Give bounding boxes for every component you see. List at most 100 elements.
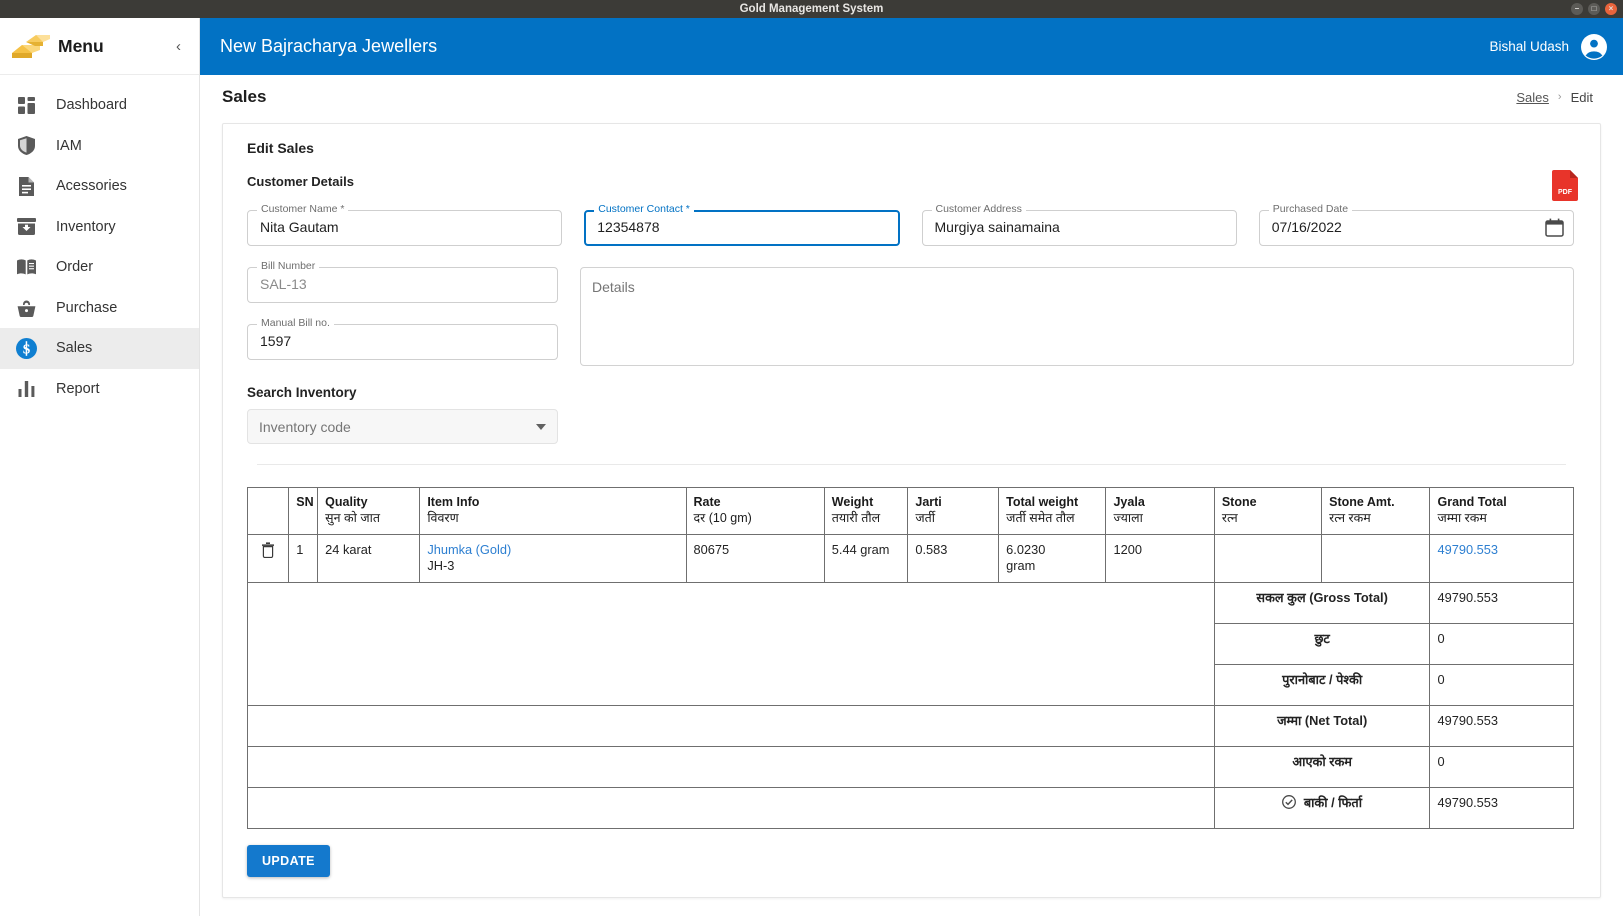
row-jyala: 1200: [1105, 534, 1215, 583]
dashboard-grid-icon: [14, 93, 38, 117]
row-stone-amt: [1321, 534, 1431, 583]
manual-bill-no-field[interactable]: Manual Bill no. 1597: [247, 317, 558, 360]
totals-row-received: आएको रकम 0: [247, 746, 1574, 788]
maximize-button[interactable]: □: [1588, 3, 1600, 15]
sidebar-item-sales[interactable]: S Sales: [0, 328, 199, 369]
totals-value: 0: [1429, 664, 1574, 706]
document-icon: [14, 174, 38, 198]
totals-label: सकल कुल (Gross Total): [1213, 582, 1431, 624]
row-grand-total: 49790.553: [1429, 534, 1574, 583]
shield-icon: [14, 134, 38, 158]
sidebar-item-report[interactable]: Report: [0, 369, 199, 410]
table-col-jyala: Jyala ज्याला: [1105, 487, 1215, 535]
inventory-code-select[interactable]: Inventory code: [247, 409, 558, 444]
row-total-weight: 6.0230 gram: [998, 534, 1107, 583]
window-controls: – □ ×: [1571, 3, 1617, 15]
row-sn: 1: [288, 534, 319, 583]
sales-items-table: SN Quality सुन को जात Item Info विवरण Ra…: [246, 487, 1574, 829]
sidebar-brand: Menu ‹: [0, 18, 199, 75]
table-col-rate: Rate दर (10 gm): [685, 487, 825, 535]
totals-label: बाकी / फिर्ता: [1213, 787, 1431, 829]
breadcrumb-link-sales[interactable]: Sales: [1516, 90, 1549, 105]
account-circle-icon[interactable]: [1581, 33, 1607, 60]
totals-label: छुट: [1213, 623, 1431, 665]
totals-value: 0: [1429, 746, 1574, 788]
sidebar-item-inventory[interactable]: Inventory: [0, 207, 199, 248]
details-textarea[interactable]: Details: [580, 267, 1574, 366]
minimize-button[interactable]: –: [1571, 3, 1583, 15]
trash-icon[interactable]: [261, 542, 275, 559]
customer-details-heading: Customer Details: [247, 174, 354, 189]
totals-spacer: [247, 746, 1215, 788]
breadcrumb-current: Edit: [1570, 89, 1593, 105]
customer-address-label: Customer Address: [931, 203, 1026, 216]
sidebar-item-label: Dashboard: [56, 97, 127, 114]
sidebar-item-label: Purchase: [56, 299, 118, 316]
sidebar-item-purchase[interactable]: Purchase: [0, 288, 199, 329]
row-delete-cell: [246, 534, 290, 583]
breadcrumb: Sales › Edit: [1516, 90, 1593, 105]
sidebar-item-acessories[interactable]: Acessories: [0, 166, 199, 207]
row-jarti: 0.583: [907, 534, 1000, 583]
table-row: 1 24 karat Jhumka (Gold) JH-3 80675 5.44…: [246, 534, 1574, 583]
details-placeholder: Details: [592, 279, 635, 295]
search-inventory-label: Search Inventory: [247, 385, 357, 400]
sidebar-item-dashboard[interactable]: Dashboard: [0, 85, 199, 126]
table-col-sn: SN: [288, 487, 319, 535]
purchased-date-label: Purchased Date: [1268, 203, 1353, 216]
sidebar-nav: Dashboard IAM Acessories Inventory Order…: [0, 75, 199, 409]
table-col-actions: [246, 487, 290, 535]
sidebar-item-label: Sales: [56, 340, 93, 357]
table-header-row: SN Quality सुन को जात Item Info विवरण Ra…: [246, 487, 1574, 535]
table-col-total-weight: Total weight जर्ती समेत तौल: [998, 487, 1107, 535]
bill-number-field: Bill Number SAL-13: [247, 260, 558, 303]
row-rate: 80675: [685, 534, 825, 583]
sidebar-collapse-button[interactable]: ‹: [170, 36, 187, 57]
row-item-code: JH-3: [427, 558, 455, 573]
basket-icon: [14, 296, 38, 320]
totals-value: 0: [1429, 623, 1574, 665]
dollar-circle-icon: S: [14, 336, 38, 360]
inventory-code-placeholder: Inventory code: [259, 418, 351, 435]
totals-spacer: [247, 787, 1215, 829]
gold-bar-icon: [12, 35, 50, 58]
table-col-jarti: Jarti जर्ती: [907, 487, 1000, 535]
page-title: Sales: [222, 87, 267, 106]
manual-bill-no-value: 1597: [260, 333, 292, 349]
customer-contact-label: Customer Contact *: [594, 203, 694, 216]
row-item-name[interactable]: Jhumka (Gold): [427, 542, 511, 557]
table-col-grand-total: Grand Total जम्मा रकम: [1429, 487, 1574, 535]
table-col-item-info: Item Info विवरण: [419, 487, 687, 535]
sidebar-item-order[interactable]: Order: [0, 247, 199, 288]
totals-value: 49790.553: [1429, 705, 1574, 747]
pdf-file-icon[interactable]: PDF: [1552, 170, 1578, 201]
totals-row-gross: सकल कुल (Gross Total) 49790.553: [247, 582, 1574, 706]
sidebar-item-label: IAM: [56, 137, 82, 154]
chevron-down-icon: [536, 423, 546, 430]
sidebar: Menu ‹ Dashboard IAM Acessories Inventor…: [0, 18, 200, 916]
totals-row-balance: बाकी / फिर्ता 49790.553: [247, 787, 1574, 829]
totals-row-net: जम्मा (Net Total) 49790.553: [247, 705, 1574, 747]
card-heading: Edit Sales: [247, 140, 314, 156]
totals-value: 49790.553: [1429, 582, 1574, 624]
customer-name-value: Nita Gautam: [260, 219, 339, 235]
close-button[interactable]: ×: [1605, 3, 1617, 15]
topbar: New Bajracharya Jewellers Bishal Udash: [200, 18, 1623, 75]
row-item-info: Jhumka (Gold) JH-3: [419, 534, 687, 583]
calendar-icon[interactable]: [1545, 218, 1564, 237]
table-col-stone-amt: Stone Amt. रत्न रकम: [1321, 487, 1431, 535]
book-icon: [14, 255, 38, 279]
totals-spacer: [247, 705, 1215, 747]
window-title: Gold Management System: [739, 3, 884, 15]
purchased-date-field[interactable]: Purchased Date 07/16/2022: [1258, 203, 1574, 246]
user-name: Bishal Udash: [1489, 39, 1569, 54]
customer-contact-field[interactable]: Customer Contact * 12354878: [584, 203, 900, 246]
content-area: Edit Sales Customer Details PDF Customer…: [200, 119, 1623, 916]
sidebar-item-iam[interactable]: IAM: [0, 126, 199, 167]
bill-and-details-row: Bill Number SAL-13 Manual Bill no. 1597 …: [235, 260, 1586, 366]
customer-address-field[interactable]: Customer Address Murgiya sainamaina: [921, 203, 1237, 246]
sidebar-item-label: Acessories: [56, 178, 127, 195]
customer-name-field[interactable]: Customer Name * Nita Gautam: [247, 203, 563, 246]
company-name: New Bajracharya Jewellers: [220, 36, 438, 56]
update-button[interactable]: UPDATE: [247, 845, 330, 877]
